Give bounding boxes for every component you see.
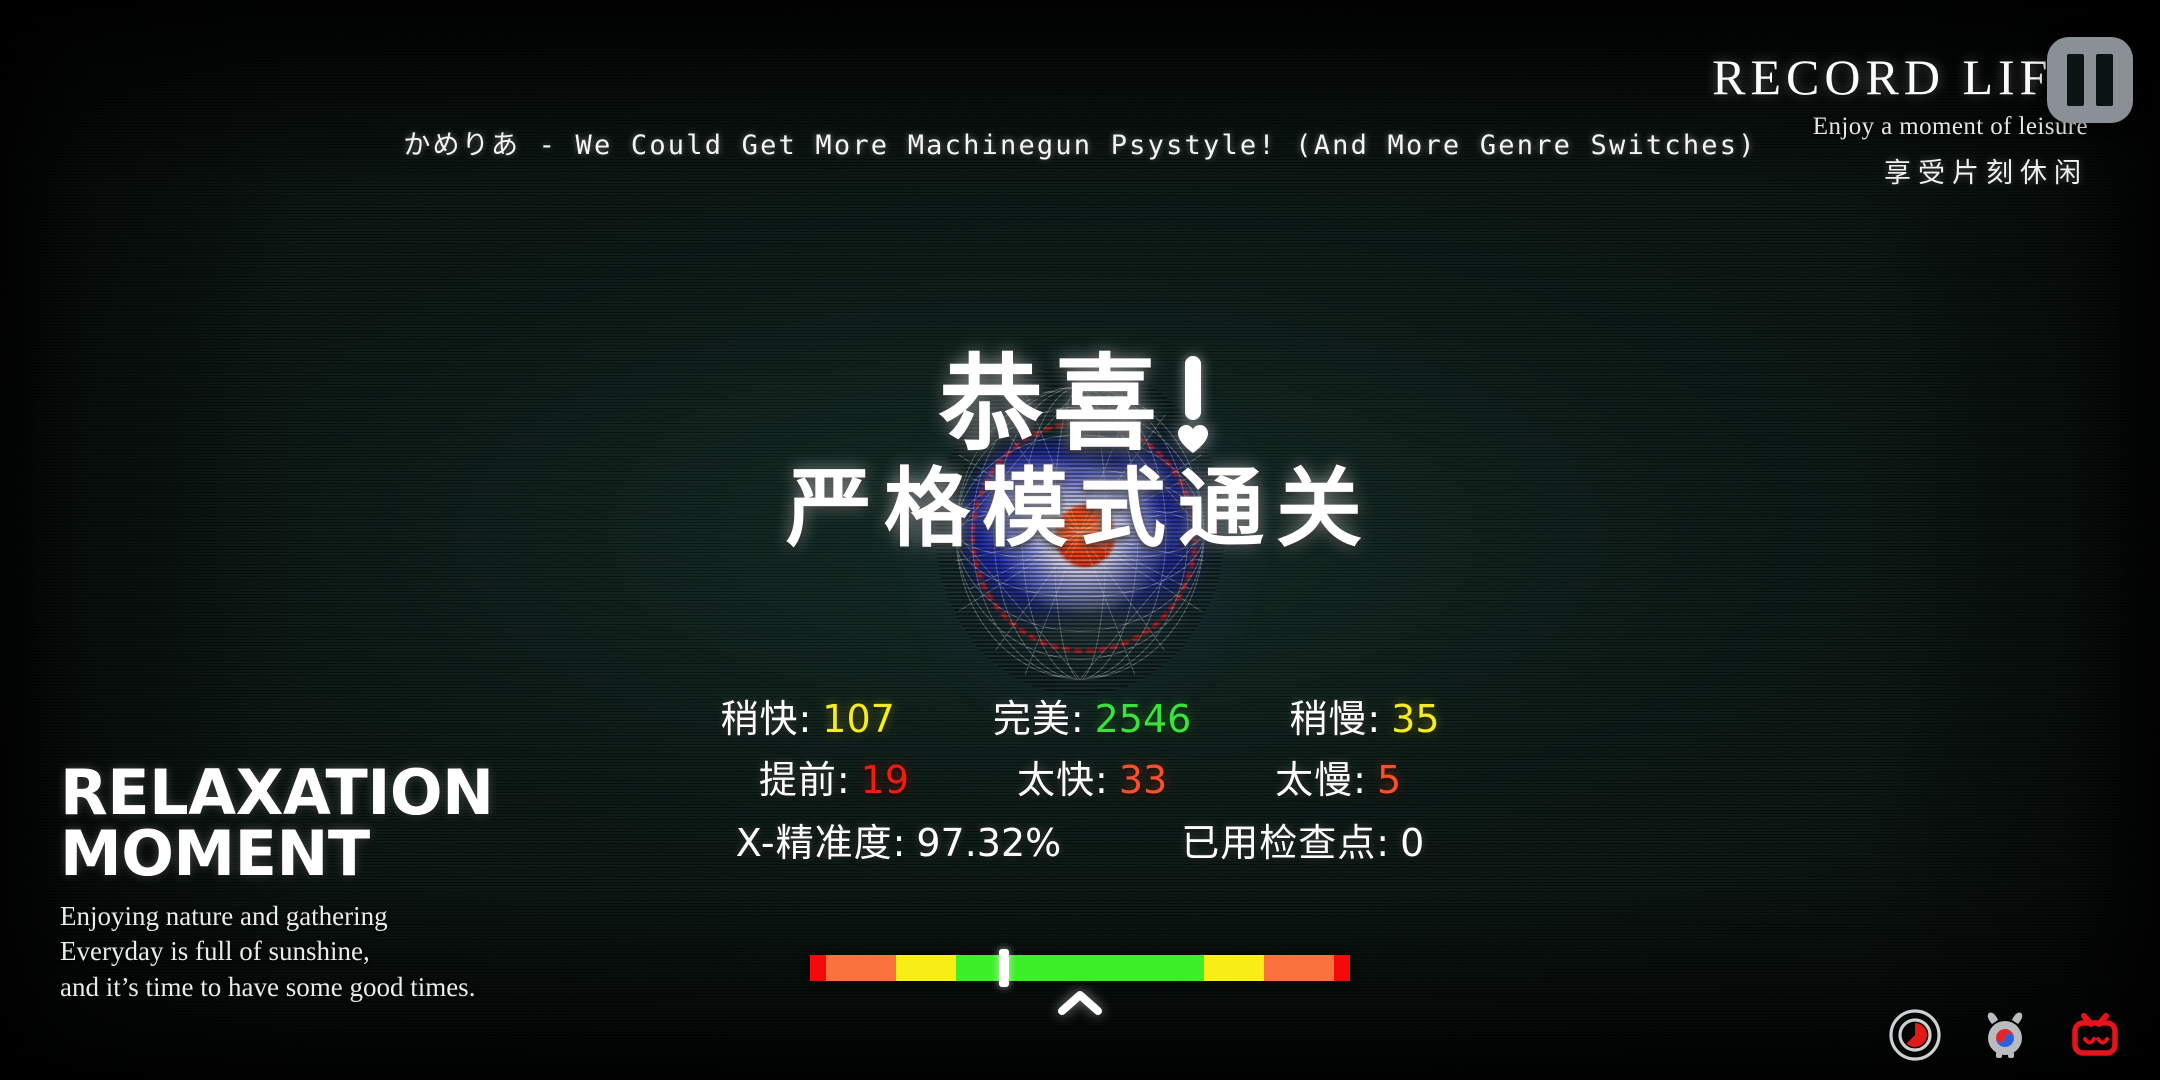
stat-slightly-fast: 稍快: 107 — [720, 688, 894, 743]
stat-label: 稍慢: — [1289, 697, 1382, 741]
congrats-heading: 恭喜 — [0, 343, 2160, 465]
stat-label: 太快: — [1017, 758, 1109, 802]
stat-label: 已用检查点: — [1181, 821, 1391, 865]
timing-segment-early — [826, 955, 897, 981]
game-screen: かめりあ - We Could Get More Machinegun Psys… — [0, 0, 2160, 1080]
stat-label: X-精准度: — [735, 821, 907, 865]
stats-row-1: 稍快: 107 完美: 2546 稍慢: 35 — [0, 688, 2160, 743]
stat-checkpoints-used: 已用检查点: 0 — [1181, 812, 1424, 867]
stat-label: 提前: — [758, 758, 851, 802]
mode-clear-heading: 严格模式通关 — [786, 459, 1374, 560]
relaxation-block: RELAXATION MOMENT Enjoying nature and ga… — [60, 756, 494, 1007]
pause-icon-bar-right — [2096, 54, 2113, 106]
timing-segment-far-late — [1333, 955, 1350, 981]
timing-bar — [810, 949, 1350, 987]
timing-segment-slightly-late — [1204, 955, 1264, 981]
brand-title: RECORD LIFE — [1712, 49, 2088, 105]
relaxation-body-line2: Everyday is full of sunshine, — [60, 936, 370, 967]
stat-label: 太慢: — [1275, 758, 1367, 802]
stat-label: 稍快: — [720, 697, 813, 741]
stat-slightly-slow: 稍慢: 35 — [1289, 688, 1439, 743]
record-icon[interactable] — [1888, 1008, 1942, 1062]
bilibili-tv-icon[interactable] — [2068, 1008, 2122, 1062]
stat-value: 2546 — [1094, 697, 1192, 741]
stat-too-slow: 太慢: 5 — [1275, 749, 1401, 804]
heart-icon — [1178, 425, 1208, 453]
alarm-clock-icon[interactable] — [1978, 1008, 2032, 1062]
relaxation-body: Enjoying nature and gathering Everyday i… — [60, 899, 494, 1007]
exclamation-stem — [1185, 356, 1201, 420]
stat-value: 19 — [860, 758, 909, 802]
timing-chevron-indicator — [810, 989, 1350, 1015]
relaxation-title: RELAXATION MOMENT — [60, 756, 494, 890]
timing-segment-far-early — [810, 955, 827, 981]
stat-accuracy: X-精准度: 97.32% — [736, 812, 1062, 867]
relaxation-body-line3: and it’s time to have some good times. — [60, 972, 476, 1003]
brand-block: RECORD LIFE Enjoy a moment of leisure 享受… — [1712, 52, 2088, 190]
pause-button[interactable] — [2047, 37, 2133, 123]
stat-value: 107 — [822, 697, 895, 741]
timing-meter — [810, 949, 1350, 1015]
pause-icon-bar-left — [2067, 54, 2084, 106]
chevron-up-icon — [1058, 991, 1102, 1015]
result-block: 恭喜 严格模式通关 — [0, 343, 2160, 560]
now-playing-title: かめりあ - We Could Get More Machinegun Psys… — [403, 130, 1757, 161]
relaxation-title-line1: RELAXATION — [60, 756, 494, 829]
stat-value: 97.32% — [916, 821, 1062, 865]
timing-segment-late — [1263, 955, 1334, 981]
stat-label: 完美: — [992, 697, 1085, 741]
tray-icons — [1888, 1008, 2122, 1062]
stat-too-fast: 太快: 33 — [1017, 749, 1167, 804]
stat-value: 0 — [1400, 821, 1425, 865]
stat-early: 提前: 19 — [759, 749, 909, 804]
timing-segment-perfect — [955, 955, 1205, 981]
stat-perfect: 完美: 2546 — [993, 688, 1192, 743]
stat-value: 5 — [1376, 758, 1402, 802]
relaxation-body-line1: Enjoying nature and gathering — [60, 900, 388, 931]
relaxation-title-line2: MOMENT — [60, 816, 370, 890]
stat-value: 33 — [1118, 758, 1168, 802]
stat-value: 35 — [1391, 697, 1440, 741]
timing-segment-slightly-early — [896, 955, 956, 981]
timing-marker — [999, 949, 1010, 987]
congrats-text: 恭喜 — [938, 343, 1167, 465]
